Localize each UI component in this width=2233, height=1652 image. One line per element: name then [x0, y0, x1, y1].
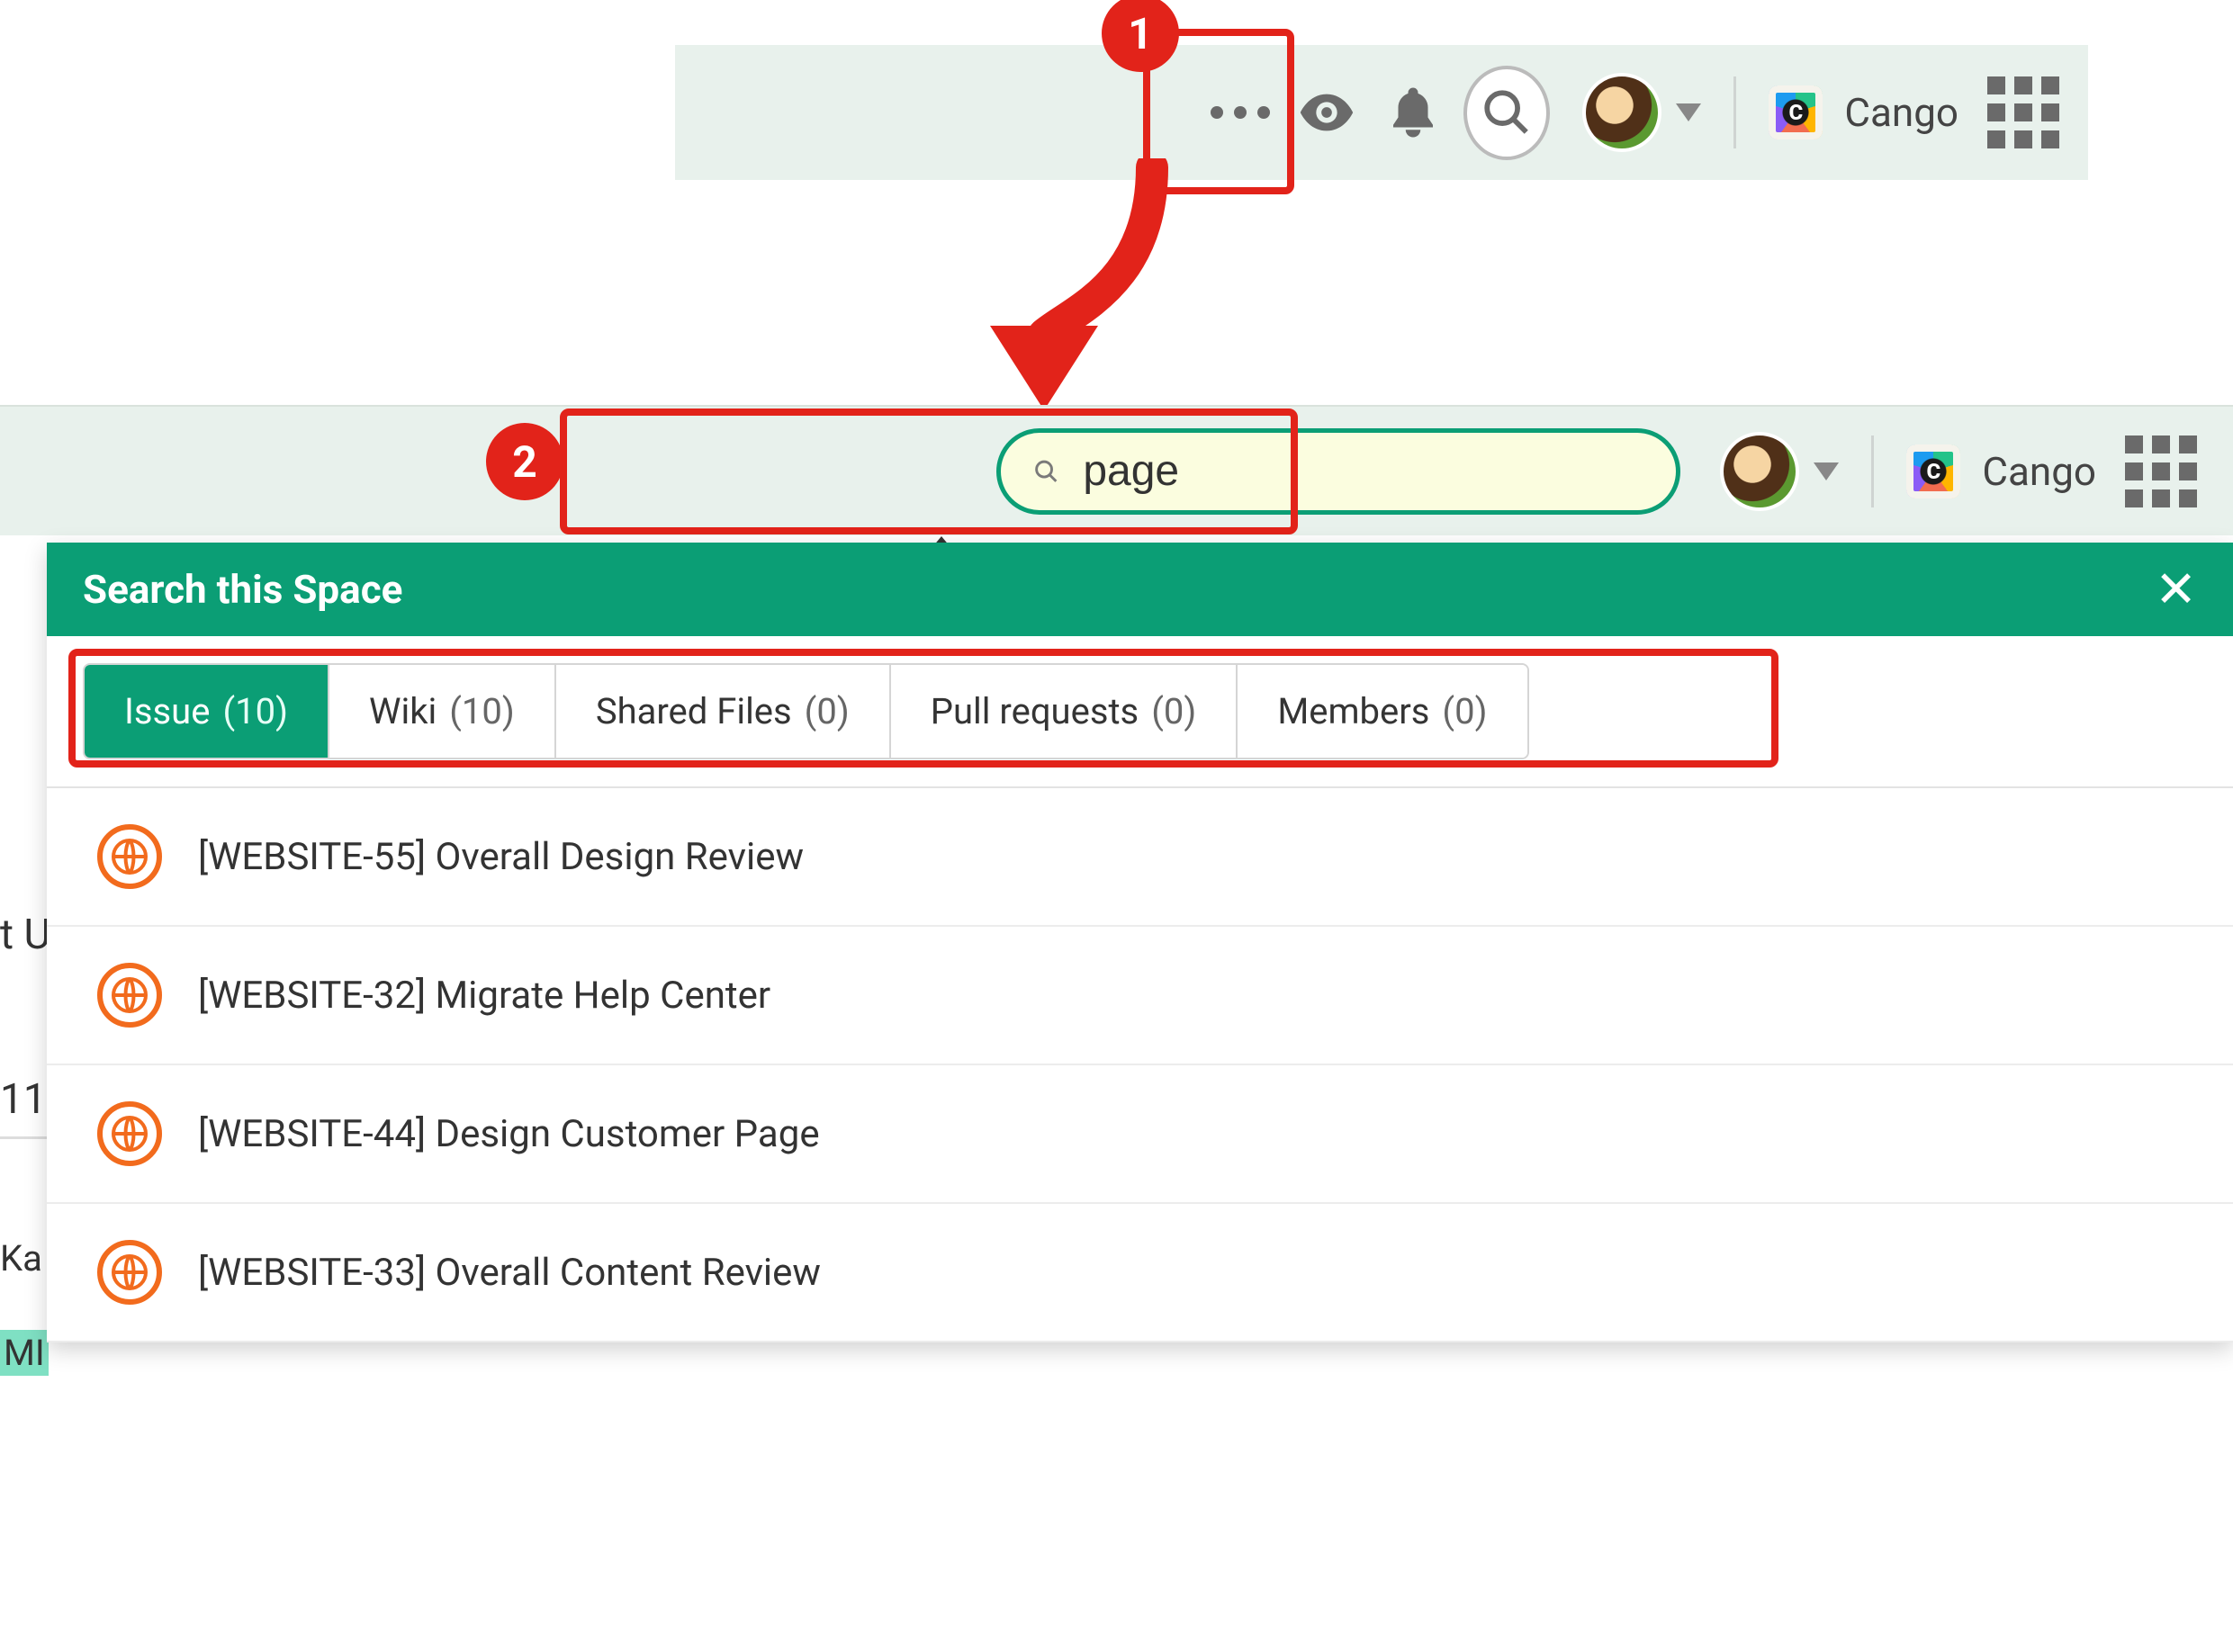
avatar [1582, 73, 1661, 152]
divider [0, 1136, 47, 1139]
search-icon [1481, 86, 1533, 139]
org-logo: C [1906, 444, 1960, 498]
panel-header: Search this Space ✕ [47, 543, 2233, 636]
tab-members[interactable]: Members (0) [1238, 665, 1526, 758]
tab-wiki[interactable]: Wiki (10) [329, 665, 556, 758]
search-button[interactable] [1463, 66, 1550, 160]
apps-grid-button[interactable] [2125, 435, 2197, 507]
tab-label: Members [1277, 690, 1429, 732]
divider [1871, 435, 1874, 507]
tab-shared-files[interactable]: Shared Files (0) [556, 665, 891, 758]
bg-cropped-text: MI [0, 1332, 49, 1374]
result-title: [WEBSITE-32] Migrate Help Center [198, 974, 770, 1018]
tab-label: Shared Files [596, 690, 792, 732]
result-row[interactable]: [WEBSITE-32] Migrate Help Center [47, 927, 2233, 1065]
org-switcher[interactable]: C Cango [1769, 85, 1958, 139]
panel-title: Search this Space [83, 566, 2155, 613]
user-menu[interactable] [1720, 432, 1839, 511]
result-row[interactable]: [WEBSITE-55] Overall Design Review [47, 788, 2233, 927]
more-menu-button[interactable] [1197, 69, 1283, 156]
toolbar-with-search: C Cango [0, 405, 2233, 535]
result-tabs: Issue(10)Wiki(10)Shared Files(0)Pull req… [83, 663, 1529, 759]
tab-count: (10) [222, 690, 288, 732]
result-title: [WEBSITE-55] Overall Design Review [198, 835, 804, 879]
close-button[interactable]: ✕ [2155, 560, 2197, 619]
tab-label: Wiki [369, 690, 437, 732]
tab-count: (0) [1442, 690, 1487, 732]
search-input[interactable] [1081, 445, 1643, 497]
globe-icon [97, 1240, 162, 1305]
tab-issue[interactable]: Issue (10) [85, 665, 329, 758]
bell-icon [1383, 83, 1443, 142]
org-switcher[interactable]: C Cango [1906, 444, 2096, 498]
user-menu[interactable] [1582, 73, 1701, 152]
tab-count: (0) [1151, 690, 1196, 732]
bg-cropped-text: Ka [0, 1237, 42, 1279]
eye-icon [1295, 81, 1358, 144]
globe-icon [97, 824, 162, 889]
globe-icon [97, 1101, 162, 1166]
avatar [1720, 432, 1799, 511]
result-title: [WEBSITE-33] Overall Content Review [198, 1251, 821, 1295]
divider [1733, 76, 1736, 148]
org-name: Cango [1844, 89, 1958, 136]
chevron-down-icon [1814, 462, 1839, 480]
org-logo: C [1769, 85, 1823, 139]
notifications-button[interactable] [1370, 69, 1456, 156]
annotation-badge: 2 [486, 423, 563, 500]
tab-count: (10) [449, 690, 515, 732]
tab-pull-requests[interactable]: Pull requests (0) [891, 665, 1238, 758]
search-results-panel: Search this Space ✕ Issue (10) Wiki (10) Sha… [47, 543, 2233, 1342]
results-list: [WEBSITE-55] Overall Design Review [WEBSI… [47, 788, 2233, 1342]
globe-icon [97, 963, 162, 1028]
chevron-down-icon [1676, 103, 1701, 121]
watch-button[interactable] [1283, 69, 1370, 156]
tab-count: (0) [805, 690, 850, 732]
search-icon [1033, 449, 1059, 494]
apps-grid-button[interactable] [1987, 76, 2059, 148]
bg-cropped-text: t U [0, 911, 50, 959]
org-name: Cango [1982, 448, 2096, 495]
tab-label: Pull requests [931, 690, 1139, 732]
top-toolbar: C Cango [675, 45, 2088, 180]
search-field-wrap [996, 428, 1680, 515]
result-row[interactable]: [WEBSITE-33] Overall Content Review [47, 1204, 2233, 1342]
more-icon [1211, 106, 1270, 119]
result-title: [WEBSITE-44] Design Customer Page [198, 1112, 820, 1156]
annotation-arrow [927, 158, 1179, 410]
result-row[interactable]: [WEBSITE-44] Design Customer Page [47, 1065, 2233, 1204]
tab-label: Issue [124, 690, 210, 732]
